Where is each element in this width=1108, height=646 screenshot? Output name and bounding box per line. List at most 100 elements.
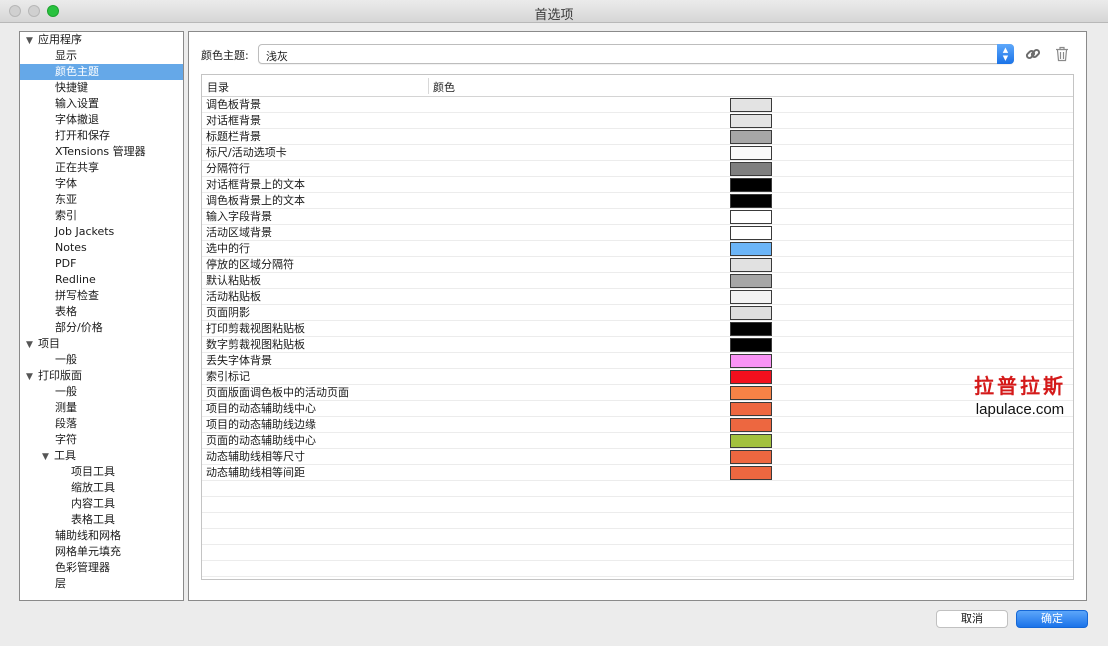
sidebar-item[interactable]: 层 <box>20 576 183 592</box>
table-row[interactable]: 选中的行 <box>202 241 1073 257</box>
column-divider[interactable] <box>428 78 429 94</box>
row-label: 数字剪裁视图粘贴板 <box>206 338 305 351</box>
disclosure-triangle-icon[interactable]: ▼ <box>26 369 38 385</box>
table-row[interactable]: 数字剪裁视图粘贴板 <box>202 337 1073 353</box>
disclosure-triangle-icon[interactable]: ▼ <box>26 33 38 49</box>
color-swatch[interactable] <box>730 194 772 208</box>
sidebar-item[interactable]: 辅助线和网格 <box>20 528 183 544</box>
sidebar-item[interactable]: 一般 <box>20 352 183 368</box>
column-header-color[interactable]: 颜色 <box>433 79 455 95</box>
sidebar-item[interactable]: 打开和保存 <box>20 128 183 144</box>
sidebar-item[interactable]: 项目工具 <box>20 464 183 480</box>
table-row[interactable]: 默认粘贴板 <box>202 273 1073 289</box>
table-row[interactable]: 动态辅助线相等尺寸 <box>202 449 1073 465</box>
table-row[interactable]: 项目的动态辅助线中心 <box>202 401 1073 417</box>
sidebar-item[interactable]: 段落 <box>20 416 183 432</box>
sidebar-item[interactable]: 部分/价格 <box>20 320 183 336</box>
color-swatch[interactable] <box>730 370 772 384</box>
sidebar-item[interactable]: 表格 <box>20 304 183 320</box>
table-row[interactable]: 标题栏背景 <box>202 129 1073 145</box>
color-swatch[interactable] <box>730 258 772 272</box>
color-swatch[interactable] <box>730 354 772 368</box>
sidebar-item[interactable]: Notes <box>20 240 183 256</box>
table-row[interactable]: 标尺/活动选项卡 <box>202 145 1073 161</box>
color-swatch[interactable] <box>730 130 772 144</box>
table-row[interactable]: 页面版面调色板中的活动页面 <box>202 385 1073 401</box>
sidebar-item[interactable]: 网格单元填充 <box>20 544 183 560</box>
sidebar-item[interactable]: XTensions 管理器 <box>20 144 183 160</box>
preferences-sidebar: ▼ 应用程序 显示 颜色主题 快捷键 输入设置 字体撤退 打开和保存 XTensions 管理器… <box>19 31 184 601</box>
table-row[interactable]: 停放的区域分隔符 <box>202 257 1073 273</box>
table-row[interactable]: 对话框背景上的文本 <box>202 177 1073 193</box>
sidebar-item[interactable]: 字体撤退 <box>20 112 183 128</box>
color-swatch[interactable] <box>730 162 772 176</box>
sidebar-item[interactable]: 颜色主题 <box>20 64 183 80</box>
color-swatch[interactable] <box>730 98 772 112</box>
sidebar-item[interactable]: 正在共享 <box>20 160 183 176</box>
ok-button[interactable]: 确定 <box>1016 610 1088 628</box>
color-swatch[interactable] <box>730 210 772 224</box>
sidebar-item[interactable]: 一般 <box>20 384 183 400</box>
sidebar-item[interactable]: 缩放工具 <box>20 480 183 496</box>
table-row[interactable]: 输入字段背景 <box>202 209 1073 225</box>
sidebar-item[interactable]: 字符 <box>20 432 183 448</box>
color-swatch[interactable] <box>730 418 772 432</box>
color-swatch[interactable] <box>730 386 772 400</box>
color-swatch[interactable] <box>730 466 772 480</box>
sidebar-item[interactable]: 色彩管理器 <box>20 560 183 576</box>
row-label: 丢失字体背景 <box>206 354 272 367</box>
color-swatch[interactable] <box>730 146 772 160</box>
sidebar-item[interactable]: ▼ 应用程序 <box>20 32 183 48</box>
color-swatch[interactable] <box>730 274 772 288</box>
table-row[interactable]: 项目的动态辅助线边缘 <box>202 417 1073 433</box>
link-icon[interactable] <box>1024 45 1042 63</box>
sidebar-item-label: 项目工具 <box>71 465 115 478</box>
color-swatch[interactable] <box>730 178 772 192</box>
disclosure-triangle-icon[interactable]: ▼ <box>26 337 38 353</box>
table-row[interactable]: 索引标记 <box>202 369 1073 385</box>
sidebar-item[interactable]: Redline <box>20 272 183 288</box>
color-swatch[interactable] <box>730 322 772 336</box>
sidebar-item[interactable]: 内容工具 <box>20 496 183 512</box>
color-swatch[interactable] <box>730 306 772 320</box>
table-row[interactable]: 对话框背景 <box>202 113 1073 129</box>
color-swatch[interactable] <box>730 290 772 304</box>
table-row[interactable]: 动态辅助线相等间距 <box>202 465 1073 481</box>
color-swatch[interactable] <box>730 450 772 464</box>
sidebar-item[interactable]: PDF <box>20 256 183 272</box>
color-swatch[interactable] <box>730 114 772 128</box>
table-row[interactable]: 分隔符行 <box>202 161 1073 177</box>
color-swatch[interactable] <box>730 402 772 416</box>
sidebar-item[interactable]: 索引 <box>20 208 183 224</box>
sidebar-item[interactable]: 快捷键 <box>20 80 183 96</box>
trash-icon[interactable] <box>1053 45 1071 63</box>
table-row[interactable]: 页面的动态辅助线中心 <box>202 433 1073 449</box>
color-swatch[interactable] <box>730 226 772 240</box>
sidebar-item[interactable]: ▼ 项目 <box>20 336 183 352</box>
sidebar-item[interactable]: Job Jackets <box>20 224 183 240</box>
color-swatch[interactable] <box>730 242 772 256</box>
sidebar-item[interactable]: 表格工具 <box>20 512 183 528</box>
sidebar-item[interactable]: 东亚 <box>20 192 183 208</box>
table-row[interactable]: 活动区域背景 <box>202 225 1073 241</box>
sidebar-item[interactable]: 字体 <box>20 176 183 192</box>
sidebar-item[interactable]: 显示 <box>20 48 183 64</box>
sidebar-item[interactable]: 拼写检查 <box>20 288 183 304</box>
table-header: 目录 颜色 <box>202 75 1073 97</box>
table-row[interactable]: 打印剪裁视图粘贴板 <box>202 321 1073 337</box>
column-header-category[interactable]: 目录 <box>207 79 229 95</box>
sidebar-item[interactable]: 测量 <box>20 400 183 416</box>
cancel-button[interactable]: 取消 <box>936 610 1008 628</box>
color-swatch[interactable] <box>730 434 772 448</box>
table-row[interactable]: 页面阴影 <box>202 305 1073 321</box>
table-row[interactable]: 调色板背景 <box>202 97 1073 113</box>
disclosure-triangle-icon[interactable]: ▼ <box>42 449 54 465</box>
sidebar-item[interactable]: ▼ 工具 <box>20 448 183 464</box>
table-row[interactable]: 丢失字体背景 <box>202 353 1073 369</box>
table-row[interactable]: 活动粘贴板 <box>202 289 1073 305</box>
theme-select[interactable]: 浅灰 ▲ ▼ <box>258 44 1014 64</box>
color-swatch[interactable] <box>730 338 772 352</box>
sidebar-item[interactable]: 输入设置 <box>20 96 183 112</box>
sidebar-item[interactable]: ▼ 打印版面 <box>20 368 183 384</box>
table-row[interactable]: 调色板背景上的文本 <box>202 193 1073 209</box>
